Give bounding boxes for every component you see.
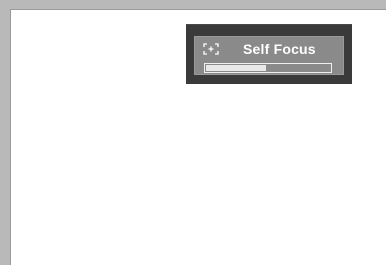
osd-title: Self Focus: [243, 41, 316, 57]
display-bezel: Self Focus: [0, 0, 386, 265]
osd-header: Self Focus: [195, 37, 343, 61]
self-focus-osd-panel: Self Focus: [186, 24, 352, 84]
focus-progress-bar: [204, 63, 332, 73]
focus-frame-icon: [203, 42, 219, 55]
self-focus-osd-body: Self Focus: [194, 36, 344, 75]
focus-progress-fill: [206, 65, 266, 71]
